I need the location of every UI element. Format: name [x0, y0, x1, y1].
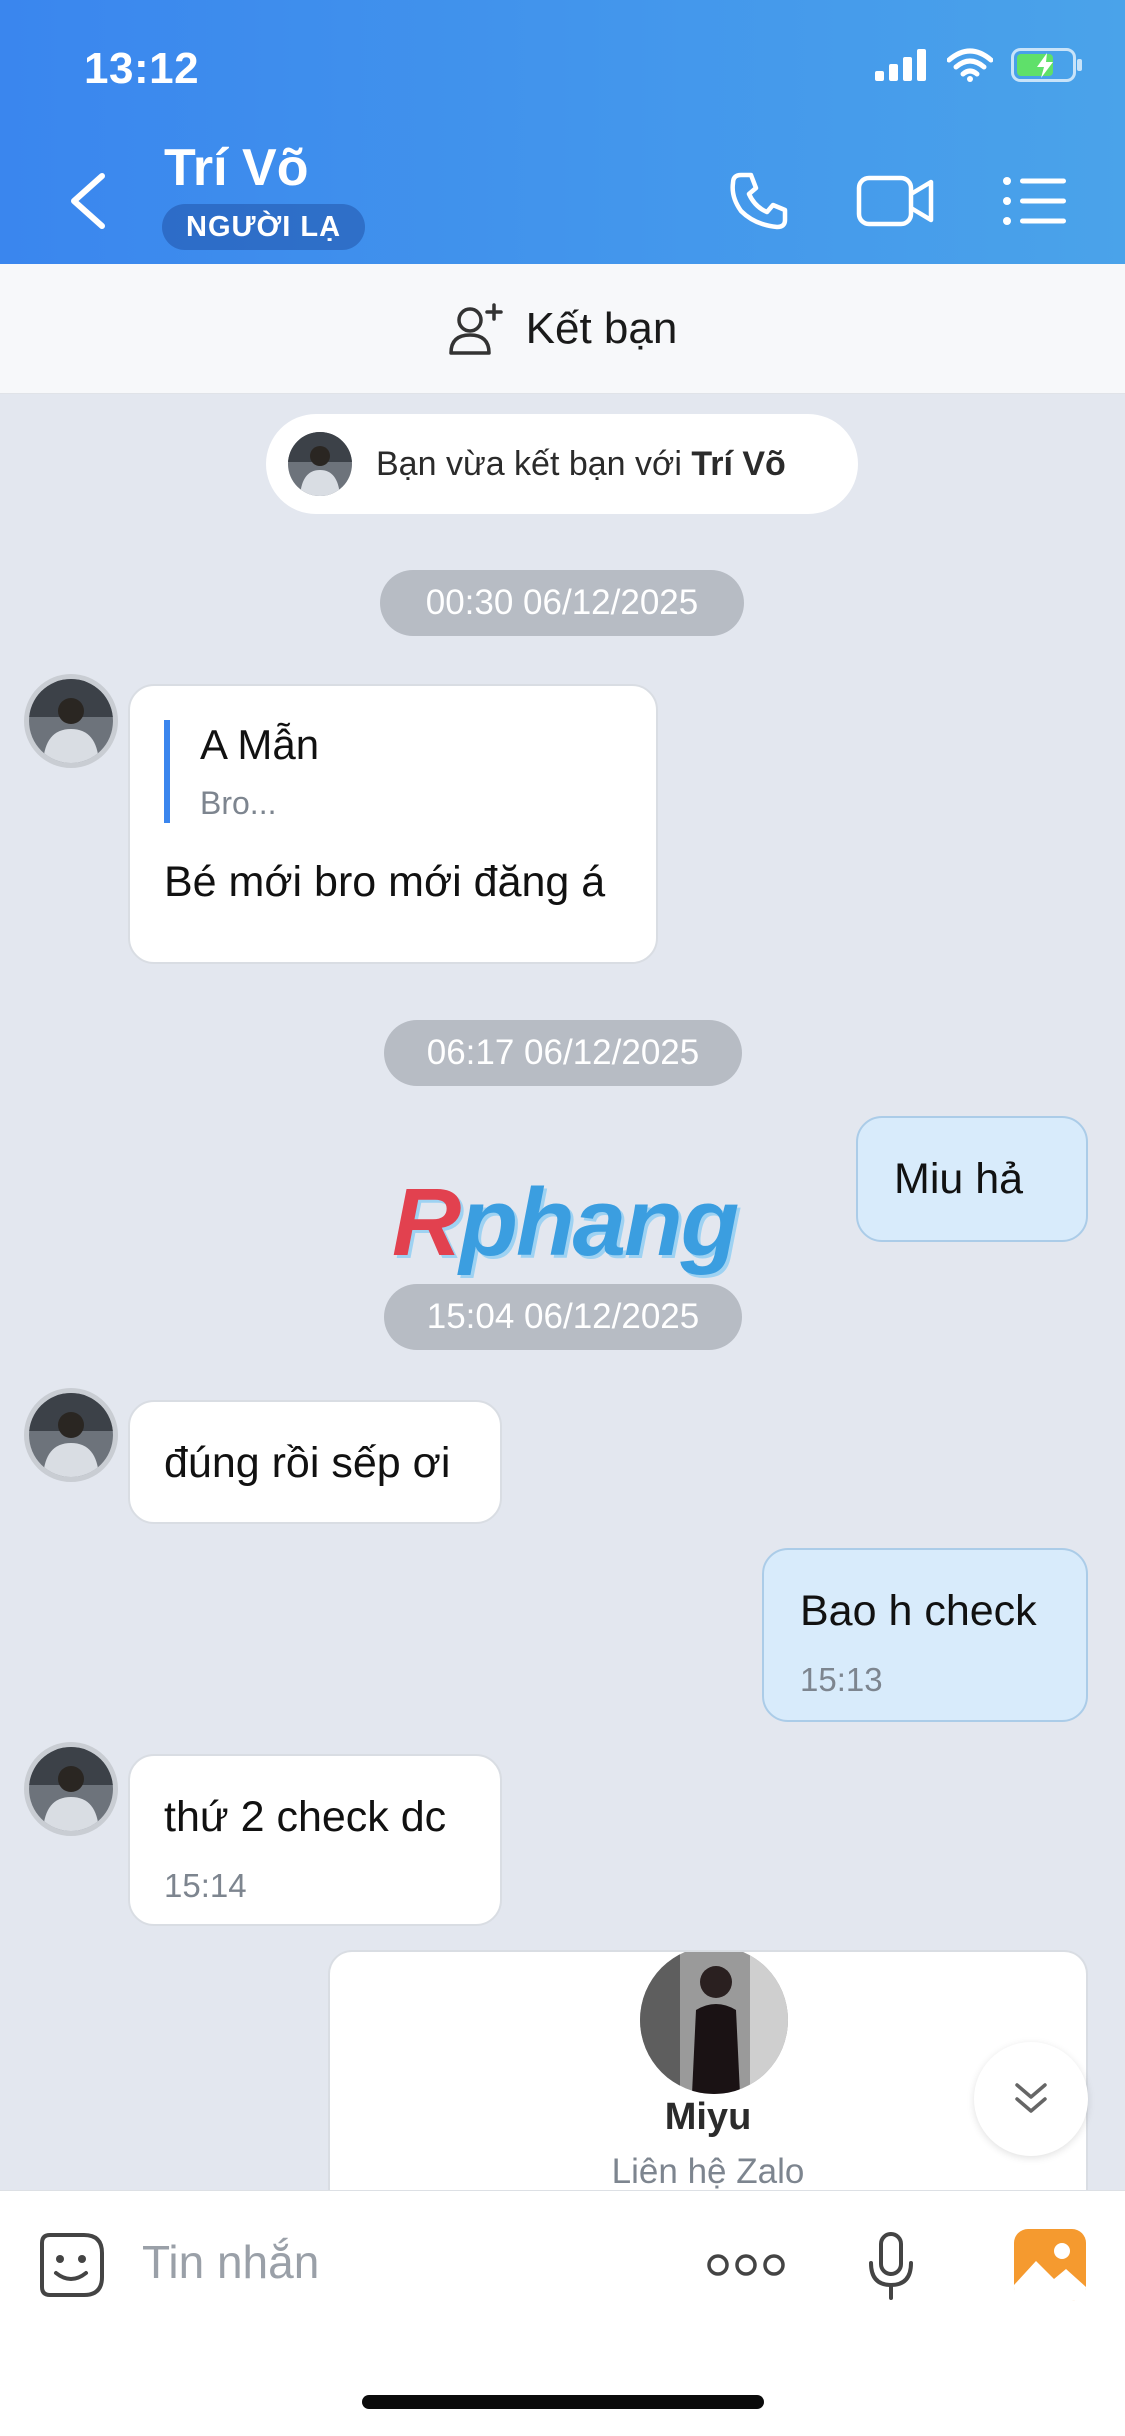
avatar[interactable] [24, 1388, 118, 1482]
contact-card-name: Miyu [664, 2096, 752, 2138]
status-icons [875, 48, 1083, 82]
contact-card[interactable]: Miyu Liên hệ Zalo [328, 1950, 1088, 2190]
sticker-icon[interactable] [36, 2229, 108, 2301]
home-indicator [362, 2395, 764, 2409]
add-friend-button[interactable]: Kết bạn [0, 264, 1125, 394]
avatar[interactable] [24, 674, 118, 768]
message-bubble[interactable]: đúng rồi sếp ơi [128, 1400, 502, 1524]
chat-header: 13:12 Trí Võ NGƯỜI LẠ [0, 0, 1125, 264]
add-user-icon [448, 302, 503, 355]
call-button[interactable] [724, 166, 794, 236]
message-text: Bé mới bro mới đăng á [164, 857, 606, 906]
more-options-icon[interactable] [706, 2251, 786, 2279]
signal-icon [875, 49, 926, 81]
menu-button[interactable] [1002, 166, 1068, 236]
quote-author: A Mẫn [200, 721, 320, 768]
contact-card-subtitle: Liên hệ Zalo [611, 2152, 805, 2190]
watermark-logo: Rphang [392, 1169, 739, 1276]
message-input[interactable]: Tin nhắn [142, 2235, 319, 2289]
quoted-message[interactable]: A Mẫn Bro... [164, 720, 622, 823]
stranger-badge: NGƯỜI LẠ [162, 204, 366, 250]
microphone-icon[interactable] [866, 2231, 916, 2301]
message-bubble[interactable]: Bao h check 15:13 [762, 1548, 1088, 1722]
timestamp-pill: 15:04 06/12/2025 [384, 1284, 742, 1350]
double-chevron-down-icon [1015, 2083, 1047, 2113]
message-bubble[interactable]: A Mẫn Bro... Bé mới bro mới đăng á [128, 684, 658, 964]
battery-icon [1011, 48, 1082, 82]
message-text: đúng rồi sếp ơi [164, 1439, 451, 1487]
phone-icon [730, 172, 788, 230]
quote-text: Bro... [200, 785, 277, 822]
message-time: 15:13 [800, 1660, 883, 1698]
video-call-button[interactable] [856, 166, 936, 236]
avatar[interactable] [24, 1742, 118, 1836]
message-text: Bao h check [800, 1587, 1037, 1635]
add-friend-label: Kết bạn [525, 303, 678, 353]
chevron-left-icon [71, 173, 105, 229]
video-camera-icon [856, 175, 934, 227]
message-time: 15:14 [164, 1866, 247, 1904]
back-button[interactable] [60, 166, 116, 236]
message-bubble[interactable]: Miu hả [856, 1116, 1088, 1242]
friend-notice: Bạn vừa kết bạn với Trí Võ [266, 414, 858, 514]
message-text: thứ 2 check dc [164, 1793, 447, 1841]
list-icon [1003, 177, 1066, 225]
contact-card-avatar [640, 1952, 788, 2094]
scroll-to-bottom-button[interactable] [974, 2042, 1088, 2156]
notice-text: Bạn vừa kết bạn với [376, 444, 692, 483]
avatar [288, 432, 352, 496]
image-gallery-icon[interactable] [1014, 2229, 1086, 2301]
wifi-icon [947, 48, 993, 82]
notice-name: Trí Võ [691, 444, 786, 483]
timestamp-pill: 06:17 06/12/2025 [384, 1020, 742, 1086]
status-time: 13:12 [84, 44, 200, 93]
timestamp-pill: 00:30 06/12/2025 [380, 570, 744, 636]
message-text: Miu hả [894, 1155, 1024, 1203]
message-bubble[interactable]: thứ 2 check dc 15:14 [128, 1754, 502, 1926]
contact-name[interactable]: Trí Võ [164, 138, 308, 198]
